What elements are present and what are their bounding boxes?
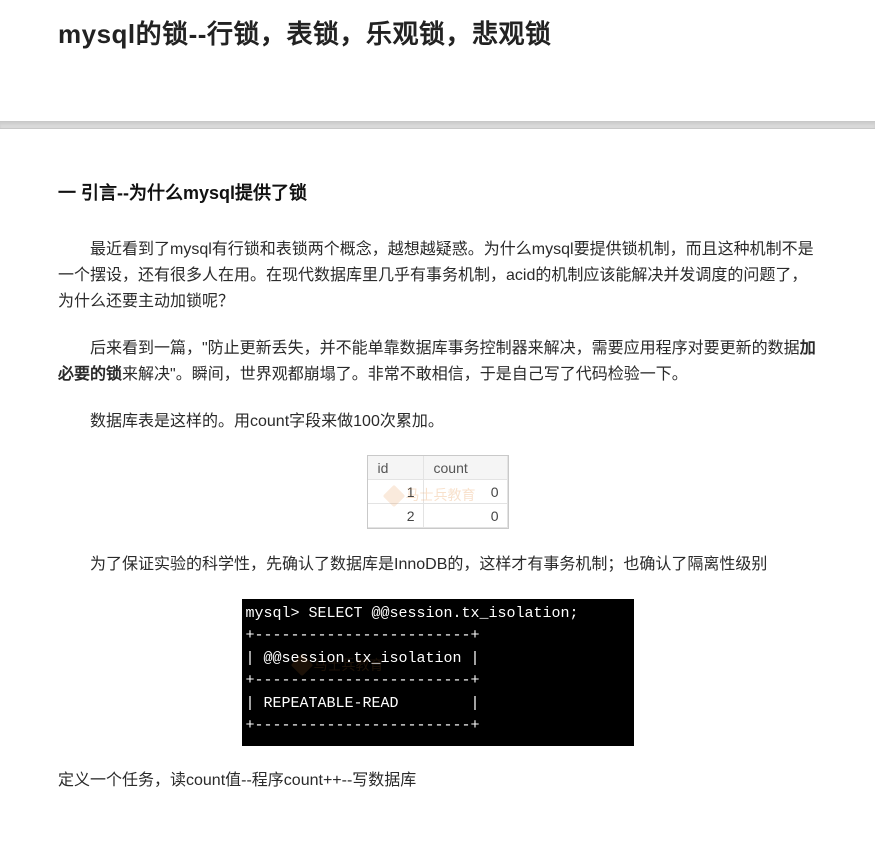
terminal-output: 马士兵教育 mysql> SELECT @@session.tx_isolati…: [242, 599, 634, 746]
article-body: 一 引言--为什么mysql提供了锁 最近看到了mysql有行锁和表锁两个概念，…: [0, 129, 875, 844]
section-divider: [0, 121, 875, 129]
db-table: 马士兵教育 id count 1 0 2 0: [367, 455, 509, 529]
terminal-line: +------------------------+: [246, 715, 622, 738]
terminal-line: mysql> SELECT @@session.tx_isolation;: [246, 603, 622, 626]
section-heading: 一 引言--为什么mysql提供了锁: [58, 179, 817, 209]
terminal-figure: 马士兵教育 mysql> SELECT @@session.tx_isolati…: [58, 599, 817, 746]
paragraph: 最近看到了mysql有行锁和表锁两个概念，越想越疑惑。为什么mysql要提供锁机…: [58, 237, 817, 316]
paragraph: 为了保证实验的科学性，先确认了数据库是InnoDB的，这样才有事务机制；也确认了…: [58, 552, 817, 578]
text-run: 后来看到一篇，"防止更新丢失，并不能单靠数据库事务控制器来解决，需要应用程序对要…: [90, 340, 800, 357]
terminal-line: | REPEATABLE-READ |: [246, 693, 622, 716]
paragraph: 定义一个任务，读count值--程序count++--写数据库: [58, 768, 817, 794]
table-row: 1 0: [368, 480, 508, 504]
table-cell: 1: [368, 480, 424, 504]
table-header-row: id count: [368, 456, 508, 480]
table-row: 2 0: [368, 504, 508, 528]
terminal-line: | @@session.tx_isolation |: [246, 648, 622, 671]
paragraph: 数据库表是这样的。用count字段来做100次累加。: [58, 409, 817, 435]
text-run: 来解决"。瞬间，世界观都崩塌了。非常不敢相信，于是自己写了代码检验一下。: [122, 366, 688, 383]
page-title: mysql的锁--行锁，表锁，乐观锁，悲观锁: [58, 14, 817, 51]
table-figure: 马士兵教育 id count 1 0 2 0: [58, 455, 817, 530]
table-cell: 0: [424, 504, 508, 528]
table-header-cell: id: [368, 456, 424, 480]
paragraph: 后来看到一篇，"防止更新丢失，并不能单靠数据库事务控制器来解决，需要应用程序对要…: [58, 336, 817, 389]
table-header-cell: count: [424, 456, 508, 480]
table-cell: 0: [424, 480, 508, 504]
terminal-line: +------------------------+: [246, 670, 622, 693]
terminal-line: +------------------------+: [246, 625, 622, 648]
table-cell: 2: [368, 504, 424, 528]
